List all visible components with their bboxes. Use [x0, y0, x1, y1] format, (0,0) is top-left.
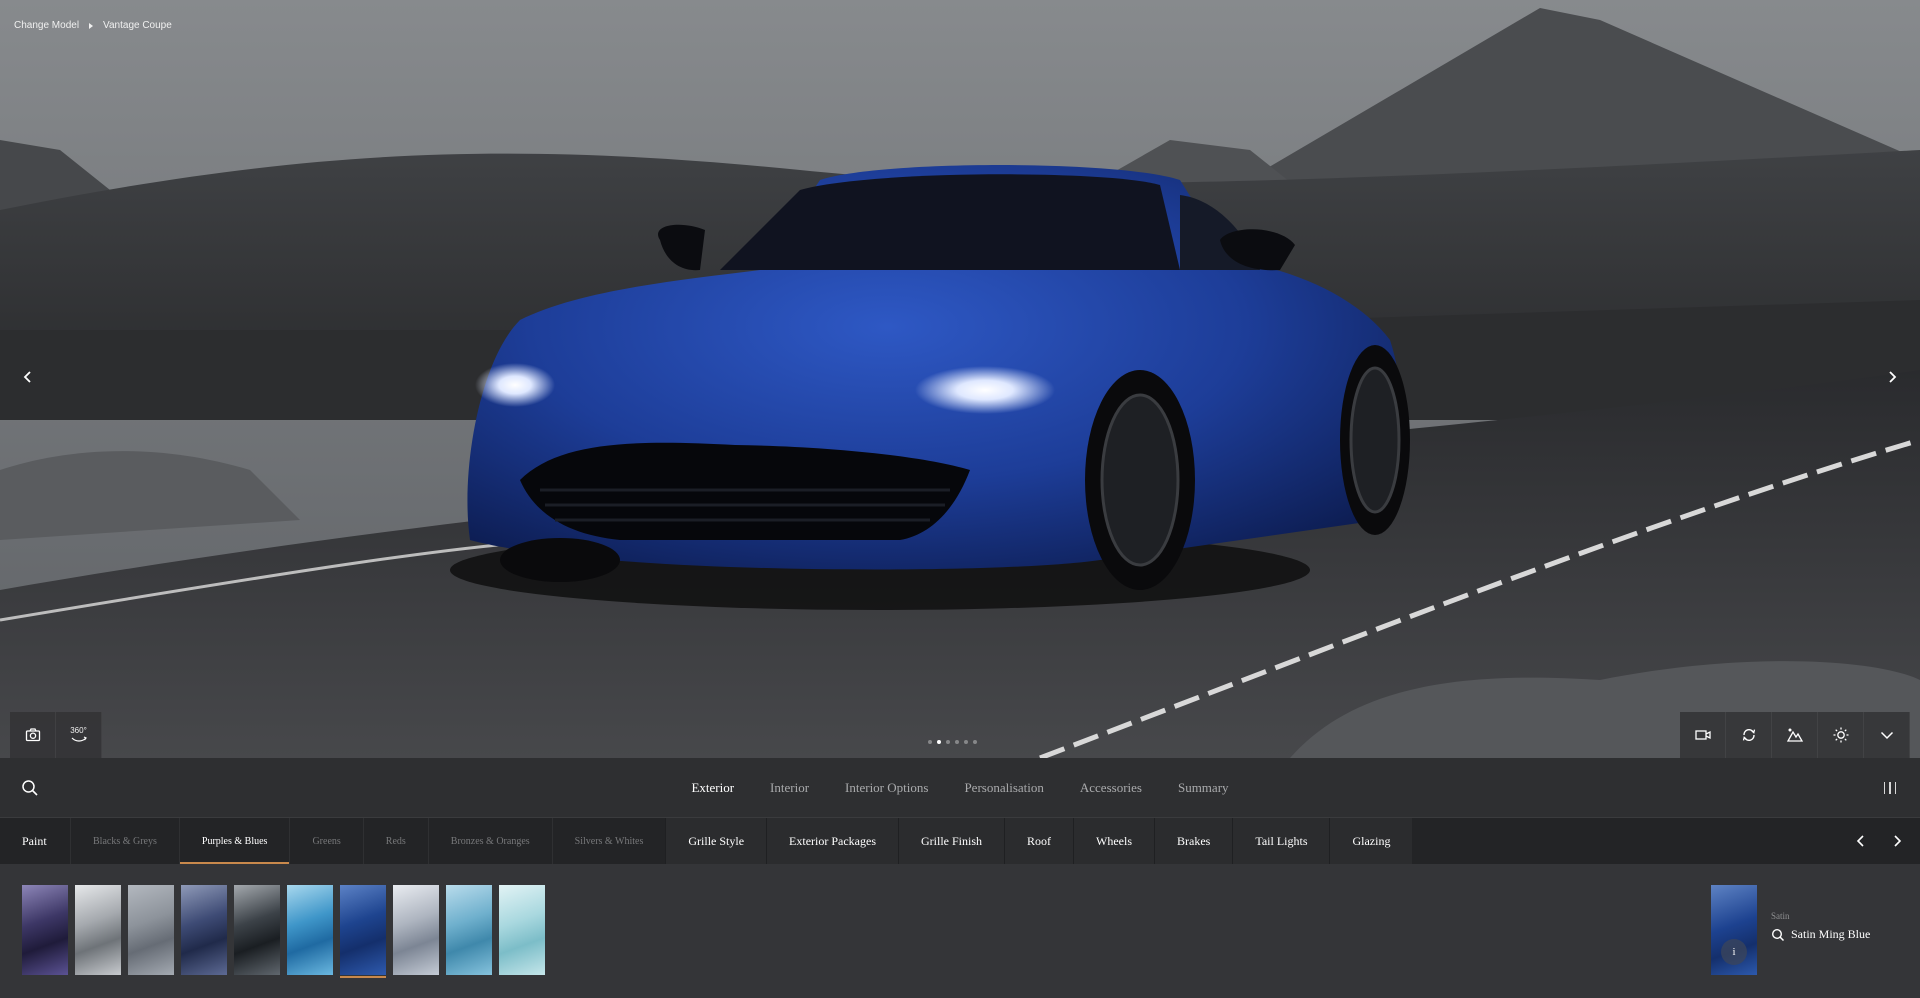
- filter-bronzes-oranges[interactable]: Bronzes & Oranges: [427, 818, 552, 864]
- main-navigation: Exterior Interior Interior Options Perso…: [0, 758, 1920, 818]
- breadcrumb-current-model: Vantage Coupe: [103, 20, 172, 31]
- filter-reds[interactable]: Reds: [362, 818, 428, 864]
- paint-swatch[interactable]: [234, 885, 280, 975]
- tab-summary[interactable]: Summary: [1178, 780, 1229, 796]
- viewer-toolbar-right: [1680, 712, 1910, 758]
- collapse-viewer-button[interactable]: [1864, 712, 1910, 758]
- paint-swatch[interactable]: [393, 885, 439, 975]
- category-tail-lights[interactable]: Tail Lights: [1232, 818, 1329, 864]
- 360-view-button[interactable]: 360°: [56, 712, 102, 758]
- chevron-right-icon: [1894, 835, 1902, 847]
- paint-swatch[interactable]: [499, 885, 545, 975]
- zoom-search-icon[interactable]: [1771, 928, 1785, 942]
- car-scene-image: [0, 0, 1920, 758]
- light-icon: [1833, 727, 1848, 743]
- rotate-icon: [1742, 728, 1755, 742]
- pagination-dot[interactable]: [946, 740, 950, 744]
- paint-swatch[interactable]: [22, 885, 68, 975]
- tab-interior-options[interactable]: Interior Options: [845, 780, 928, 796]
- scroll-categories-right-button[interactable]: [1884, 828, 1910, 854]
- category-exterior-packages[interactable]: Exterior Packages: [766, 818, 898, 864]
- chevron-right-icon: [1889, 371, 1897, 383]
- breadcrumb-separator-icon: [89, 22, 94, 29]
- paint-swatch-selected[interactable]: [340, 885, 386, 978]
- filter-blacks-greys[interactable]: Blacks & Greys: [70, 818, 179, 864]
- paint-swatch[interactable]: [287, 885, 333, 975]
- video-camera-icon: [1694, 730, 1711, 740]
- menu-button[interactable]: [1880, 778, 1900, 798]
- paint-swatch[interactable]: [75, 885, 121, 975]
- viewer-toolbar-left: 360°: [10, 712, 102, 758]
- view-pagination: [928, 740, 977, 744]
- selected-swatch: i: [1711, 885, 1757, 975]
- rotate-button[interactable]: [1726, 712, 1772, 758]
- environment-icon: [1786, 728, 1803, 742]
- category-wheels[interactable]: Wheels: [1073, 818, 1154, 864]
- category-grille-style[interactable]: Grille Style: [665, 818, 766, 864]
- video-button[interactable]: [1680, 712, 1726, 758]
- pagination-dot[interactable]: [928, 740, 932, 744]
- paint-finish-label: Satin: [1771, 911, 1790, 921]
- paint-swatch[interactable]: [446, 885, 492, 975]
- tab-interior[interactable]: Interior: [770, 780, 809, 796]
- search-icon: [22, 780, 38, 796]
- category-grille-finish[interactable]: Grille Finish: [898, 818, 1004, 864]
- sub-navigation: Paint Blacks & Greys Purples & Blues Gre…: [0, 818, 1920, 864]
- tab-exterior[interactable]: Exterior: [691, 780, 734, 796]
- main-tabs: Exterior Interior Interior Options Perso…: [691, 780, 1228, 796]
- selected-paint-text: Satin Satin Ming Blue: [1757, 885, 1870, 975]
- scroll-categories-left-button[interactable]: [1848, 828, 1874, 854]
- menu-bar-icon: [1894, 782, 1897, 794]
- paint-label[interactable]: Paint: [0, 818, 70, 864]
- pagination-dot[interactable]: [964, 740, 968, 744]
- paint-swatch[interactable]: [128, 885, 174, 975]
- car-viewer[interactable]: Change Model Vantage Coupe 360°: [0, 0, 1920, 758]
- pagination-dot[interactable]: [973, 740, 977, 744]
- chevron-left-icon: [23, 371, 31, 383]
- filter-greens[interactable]: Greens: [289, 818, 362, 864]
- pagination-dot[interactable]: [955, 740, 959, 744]
- paint-name: Satin Ming Blue: [1791, 927, 1871, 941]
- 360-view-icon: 360°: [70, 726, 87, 735]
- filter-silvers-whites[interactable]: Silvers & Whites: [551, 818, 666, 864]
- search-button[interactable]: [20, 778, 40, 798]
- pagination-dot-active[interactable]: [937, 740, 941, 744]
- category-scroll-controls: [1848, 818, 1910, 864]
- paint-swatch-panel: i Satin Satin Ming Blue: [0, 864, 1920, 998]
- category-roof[interactable]: Roof: [1004, 818, 1073, 864]
- info-icon[interactable]: i: [1721, 939, 1747, 965]
- paint-filters: Blacks & Greys Purples & Blues Greens Re…: [70, 818, 665, 864]
- previous-view-button[interactable]: [14, 360, 42, 394]
- breadcrumb: Change Model Vantage Coupe: [14, 20, 172, 31]
- environment-button[interactable]: [1772, 712, 1818, 758]
- camera-icon: [25, 728, 40, 742]
- menu-bar-icon: [1883, 782, 1886, 794]
- chevron-down-icon: [1880, 731, 1893, 740]
- tab-accessories[interactable]: Accessories: [1080, 780, 1142, 796]
- lighting-button[interactable]: [1818, 712, 1864, 758]
- paint-name-row: Satin Ming Blue: [1771, 927, 1870, 942]
- exterior-categories: Grille Style Exterior Packages Grille Fi…: [665, 818, 1413, 864]
- menu-bar-icon: [1889, 782, 1891, 794]
- rotate-arrow-icon: [71, 736, 87, 742]
- camera-button[interactable]: [10, 712, 56, 758]
- filter-purples-blues[interactable]: Purples & Blues: [178, 818, 290, 864]
- selected-paint-info: i Satin Satin Ming Blue: [1711, 885, 1907, 975]
- category-brakes[interactable]: Brakes: [1154, 818, 1232, 864]
- breadcrumb-change-model[interactable]: Change Model: [14, 20, 79, 31]
- tab-personalisation[interactable]: Personalisation: [964, 780, 1043, 796]
- swatch-list: [22, 885, 545, 978]
- category-glazing[interactable]: Glazing: [1329, 818, 1412, 864]
- next-view-button[interactable]: [1878, 360, 1906, 394]
- chevron-left-icon: [1856, 835, 1864, 847]
- paint-swatch[interactable]: [181, 885, 227, 975]
